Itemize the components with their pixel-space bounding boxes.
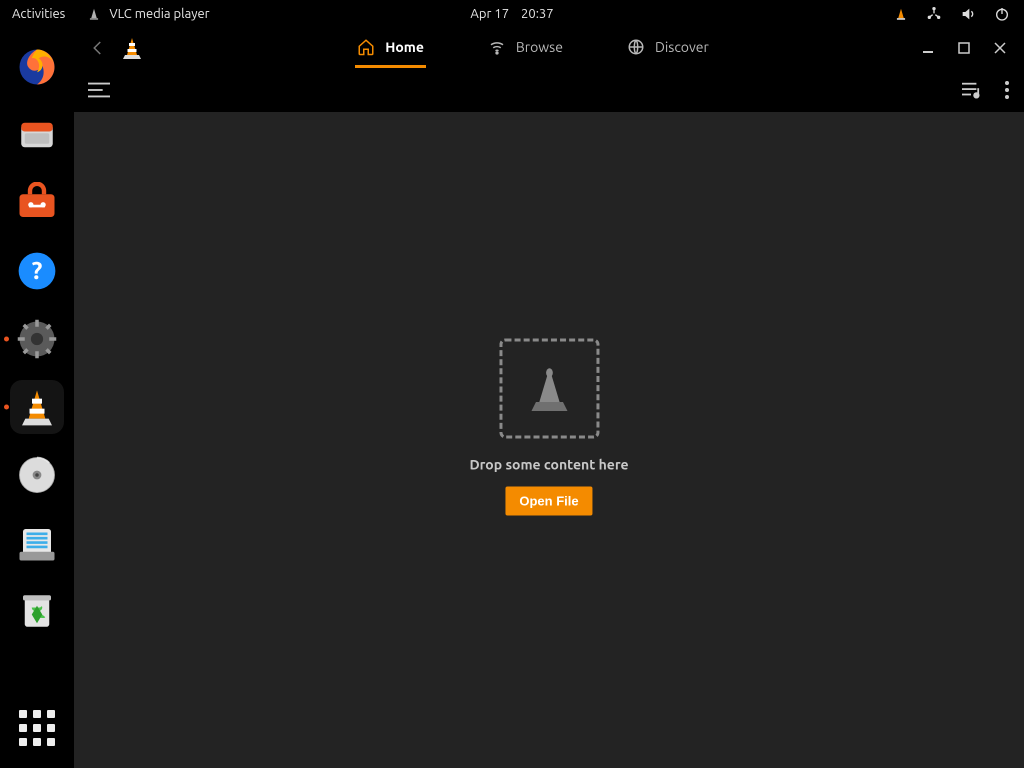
- topbar-app-name: VLC media player: [109, 7, 209, 21]
- vlc-cone-icon: [87, 7, 101, 21]
- dock-software[interactable]: [10, 176, 64, 230]
- arrow-left-icon: [89, 39, 107, 57]
- scanner-icon: [16, 522, 58, 564]
- dock-files[interactable]: [10, 108, 64, 162]
- more-vertical-icon: [1004, 80, 1010, 100]
- hamburger-menu-button[interactable]: [88, 81, 110, 99]
- close-icon: [994, 42, 1006, 54]
- topbar-time: 20:37: [521, 7, 554, 21]
- globe-icon: [627, 38, 645, 56]
- window-controls: [922, 42, 1024, 54]
- minimize-button[interactable]: [922, 42, 934, 54]
- software-icon: [16, 182, 58, 224]
- activities-button[interactable]: Activities: [12, 7, 65, 21]
- topbar-clock[interactable]: Apr 17 20:37: [470, 7, 553, 21]
- ubuntu-dock: ?: [0, 28, 74, 768]
- playlist-button[interactable]: [960, 81, 982, 99]
- svg-text:?: ?: [32, 256, 43, 284]
- back-button[interactable]: [80, 30, 116, 66]
- drop-zone[interactable]: Drop some content here Open File: [469, 338, 628, 515]
- home-icon: [357, 38, 375, 56]
- firefox-icon: [16, 46, 58, 88]
- vlc-logo-icon: [120, 36, 144, 60]
- wifi-icon: [488, 38, 506, 56]
- vlc-menubar: [74, 68, 1024, 112]
- settings-icon: [16, 318, 58, 360]
- power-icon[interactable]: [994, 6, 1010, 22]
- dock-help[interactable]: ?: [10, 244, 64, 298]
- disk-icon: [16, 454, 58, 496]
- vlc-content[interactable]: Drop some content here Open File: [74, 112, 1024, 768]
- vlc-tray-icon[interactable]: [894, 7, 908, 21]
- dock-firefox[interactable]: [10, 40, 64, 94]
- dock-vlc[interactable]: [10, 380, 64, 434]
- running-indicator-icon: [4, 405, 9, 410]
- nav-home[interactable]: Home: [355, 28, 426, 68]
- dock-disk[interactable]: [10, 448, 64, 502]
- maximize-button[interactable]: [958, 42, 970, 54]
- network-icon[interactable]: [926, 6, 942, 22]
- drop-target[interactable]: [499, 338, 599, 438]
- minimize-icon: [922, 42, 934, 54]
- more-menu-button[interactable]: [1004, 80, 1010, 100]
- help-icon: ?: [16, 250, 58, 292]
- nav-browse[interactable]: Browse: [486, 28, 565, 68]
- topbar-app-menu[interactable]: VLC media player: [87, 7, 209, 21]
- nav-home-label: Home: [385, 39, 424, 55]
- files-icon: [16, 114, 58, 156]
- vlc-icon: [17, 387, 57, 427]
- nav-browse-label: Browse: [516, 39, 563, 55]
- gnome-topbar: Activities VLC media player Apr 17 20:37: [0, 0, 1024, 28]
- vlc-cone-grey-icon: [522, 361, 576, 415]
- close-button[interactable]: [994, 42, 1006, 54]
- show-applications-button[interactable]: [19, 710, 55, 746]
- nav-discover-label: Discover: [655, 39, 709, 55]
- open-file-button[interactable]: Open File: [505, 486, 592, 515]
- trash-icon: [16, 590, 58, 632]
- dock-settings[interactable]: [10, 312, 64, 366]
- vlc-titlebar: Home Browse Discover: [74, 28, 1024, 68]
- dock-scanner[interactable]: [10, 516, 64, 570]
- vlc-window: Home Browse Discover: [74, 28, 1024, 768]
- nav-discover[interactable]: Discover: [625, 28, 711, 68]
- hamburger-icon: [88, 81, 110, 99]
- drop-text: Drop some content here: [469, 456, 628, 472]
- playlist-icon: [960, 81, 982, 99]
- vlc-nav: Home Browse Discover: [144, 28, 922, 68]
- topbar-date: Apr 17: [470, 7, 509, 21]
- maximize-icon: [958, 42, 970, 54]
- dock-trash[interactable]: [10, 584, 64, 638]
- volume-icon[interactable]: [960, 6, 976, 22]
- running-indicator-icon: [4, 337, 9, 342]
